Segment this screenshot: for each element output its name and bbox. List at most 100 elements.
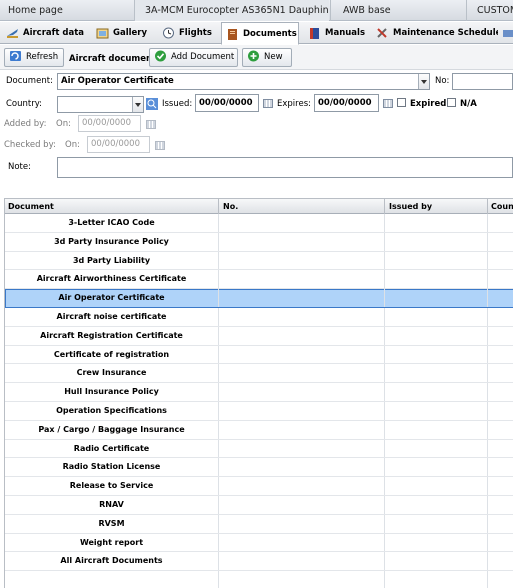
document-name-cell: Release to Service bbox=[5, 477, 219, 495]
document-name-cell: Air Operator Certificate bbox=[5, 289, 219, 307]
table-cell bbox=[385, 420, 488, 439]
checked-on-label: On: bbox=[65, 140, 80, 150]
documents-table: Document No. Issued by Count 3-Letter IC… bbox=[4, 198, 513, 588]
checked-by-label: Checked by: bbox=[4, 140, 56, 150]
document-select[interactable]: Air Operator Certificate bbox=[57, 73, 430, 90]
column-header-country[interactable]: Count bbox=[488, 199, 513, 214]
note-field[interactable] bbox=[57, 157, 513, 178]
table-row[interactable]: RNAV bbox=[5, 495, 513, 515]
checked-on-calendar-icon bbox=[155, 141, 165, 150]
table-cell bbox=[488, 534, 513, 552]
table-cell bbox=[219, 214, 385, 232]
table-row[interactable]: RVSM bbox=[5, 514, 513, 534]
chevron-down-icon[interactable] bbox=[132, 97, 143, 112]
tab-custom[interactable]: CUSTOM bbox=[466, 0, 513, 21]
table-row[interactable]: Pax / Cargo / Baggage Insurance bbox=[5, 420, 513, 440]
checkmark-icon bbox=[154, 50, 167, 62]
no-field[interactable] bbox=[452, 73, 513, 90]
tab-home-page[interactable]: Home page bbox=[8, 0, 128, 21]
document-name-cell: Aircraft Registration Certificate bbox=[5, 326, 219, 345]
table-body: 3-Letter ICAO Code 3d Party Insurance Pol… bbox=[5, 214, 513, 588]
table-row[interactable]: Weight report bbox=[5, 533, 513, 553]
table-row[interactable]: Aircraft Airworthiness Certificate bbox=[5, 270, 513, 290]
document-name-cell: 3-Letter ICAO Code bbox=[5, 214, 219, 232]
table-cell bbox=[219, 495, 385, 514]
table-cell bbox=[488, 233, 513, 251]
tab-aircraft[interactable]: 3A-MCM Eurocopter AS365N1 Dauphin bbox=[134, 0, 329, 21]
table-row[interactable]: Release to Service bbox=[5, 477, 513, 496]
table-cell bbox=[385, 251, 488, 270]
new-button[interactable]: New bbox=[242, 48, 292, 67]
expires-date-field[interactable]: 00/00/0000 bbox=[314, 94, 379, 112]
table-cell bbox=[488, 477, 513, 495]
table-cell bbox=[385, 477, 488, 495]
table-cell bbox=[488, 214, 513, 232]
column-header-document[interactable]: Document bbox=[5, 199, 219, 214]
table-row[interactable]: Certificate of registration bbox=[5, 345, 513, 365]
table-cell bbox=[219, 439, 385, 458]
issued-label: Issued: bbox=[162, 99, 193, 109]
table-cell bbox=[488, 515, 513, 533]
country-lookup-icon[interactable] bbox=[146, 97, 158, 111]
tab-gallery[interactable]: Gallery bbox=[96, 22, 154, 44]
document-name-cell: Aircraft Airworthiness Certificate bbox=[5, 270, 219, 289]
table-cell bbox=[488, 289, 513, 307]
document-select-value: Air Operator Certificate bbox=[61, 76, 174, 86]
table-row[interactable]: Radio Certificate bbox=[5, 439, 513, 459]
chevron-down-icon[interactable] bbox=[418, 74, 429, 89]
table-header: Document No. Issued by Count bbox=[5, 198, 513, 214]
document-name-cell: Crew Insurance bbox=[5, 364, 219, 383]
table-row[interactable]: All Aircraft Documents bbox=[5, 552, 513, 572]
document-name-cell: Radio Certificate bbox=[5, 439, 219, 458]
expired-checkbox[interactable] bbox=[397, 98, 406, 107]
na-checkbox[interactable] bbox=[447, 98, 456, 107]
tab-more[interactable] bbox=[502, 22, 513, 44]
issued-calendar-icon[interactable] bbox=[263, 99, 273, 108]
table-row[interactable] bbox=[5, 571, 513, 588]
table-cell bbox=[219, 307, 385, 326]
added-on-calendar-icon bbox=[146, 120, 156, 129]
country-select[interactable] bbox=[57, 96, 144, 113]
tab-manuals[interactable]: Manuals bbox=[308, 22, 366, 44]
document-name-cell: Pax / Cargo / Baggage Insurance bbox=[5, 420, 219, 439]
table-cell bbox=[219, 571, 385, 588]
document-name-cell: 3d Party Liability bbox=[5, 251, 219, 270]
table-cell bbox=[219, 552, 385, 571]
issued-date-field[interactable]: 00/00/0000 bbox=[195, 94, 259, 112]
document-name-cell: All Aircraft Documents bbox=[5, 552, 219, 571]
table-row[interactable]: Aircraft noise certificate bbox=[5, 307, 513, 327]
flights-icon bbox=[162, 26, 175, 38]
tab-awb-base[interactable]: AWB base bbox=[330, 0, 455, 21]
document-name-cell: Hull Insurance Policy bbox=[5, 383, 219, 401]
expires-calendar-icon[interactable] bbox=[383, 99, 393, 108]
table-cell bbox=[385, 439, 488, 458]
document-name-cell: RNAV bbox=[5, 495, 219, 514]
document-name-cell bbox=[5, 571, 219, 588]
tab-flights[interactable]: Flights bbox=[162, 22, 218, 44]
refresh-button[interactable]: Refresh bbox=[4, 48, 64, 67]
table-cell bbox=[488, 252, 513, 270]
tab-documents[interactable]: Documents bbox=[221, 22, 299, 45]
table-row[interactable]: Aircraft Registration Certificate bbox=[5, 326, 513, 346]
table-row[interactable]: Radio Station License bbox=[5, 458, 513, 478]
document-name-cell: Operation Specifications bbox=[5, 401, 219, 420]
expires-label: Expires: bbox=[277, 99, 311, 109]
table-row[interactable]: Crew Insurance bbox=[5, 364, 513, 384]
column-header-no[interactable]: No. bbox=[219, 199, 385, 214]
table-row[interactable]: Operation Specifications bbox=[5, 401, 513, 421]
table-row[interactable]: 3d Party Liability bbox=[5, 251, 513, 271]
table-row[interactable]: 3d Party Insurance Policy bbox=[5, 232, 513, 252]
table-row[interactable]: Hull Insurance Policy bbox=[5, 383, 513, 402]
table-row[interactable]: 3-Letter ICAO Code bbox=[5, 214, 513, 233]
checked-on-date-field: 00/00/0000 bbox=[87, 136, 150, 153]
table-row[interactable]: Air Operator Certificate bbox=[5, 289, 513, 308]
table-cell bbox=[219, 364, 385, 383]
tab-maintenance-schedule[interactable]: Maintenance Schedule bbox=[376, 22, 498, 44]
table-cell bbox=[219, 345, 385, 364]
documents-icon bbox=[226, 27, 239, 40]
tab-aircraft-data[interactable]: Aircraft data bbox=[6, 22, 86, 44]
aircraft-data-icon bbox=[6, 26, 19, 38]
plus-icon bbox=[247, 50, 260, 62]
add-document-button[interactable]: Add Document bbox=[149, 48, 238, 67]
column-header-issued-by[interactable]: Issued by bbox=[385, 199, 488, 214]
